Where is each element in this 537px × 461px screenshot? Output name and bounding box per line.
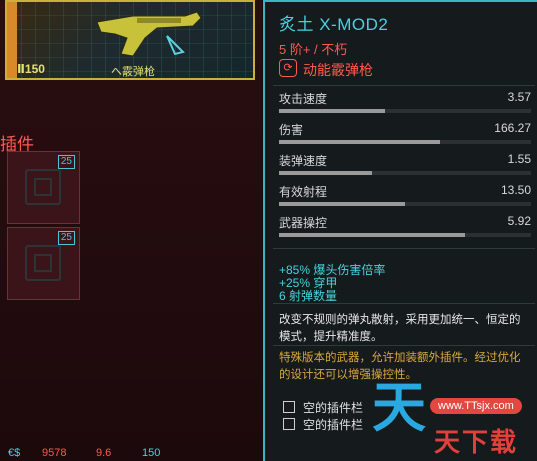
chip-icon [25,245,61,281]
plugin-slot-1[interactable]: 25 [7,151,80,224]
stat-bar [279,109,531,113]
shotgun-image [96,11,202,57]
money-value: 9578 [42,447,67,459]
divider [273,345,535,346]
weapon-name: 炙土 X-MOD2 [279,15,389,34]
slot-level-badge: 25 [57,155,75,169]
mod-slot-2[interactable]: 空的插件栏 [283,416,363,432]
stat-value: 166.27 [494,121,531,135]
plugin-slot-2[interactable]: 25 [7,227,80,300]
mod-slot-1[interactable]: 空的插件栏 [283,399,363,415]
stat-bar [279,202,531,206]
capacity-value: 150 [142,447,161,459]
watermark-text: 天下载 [434,427,519,457]
slot-level-badge: 25 [57,231,75,245]
stat-label: 攻击速度 [279,92,328,106]
chip-icon [25,169,61,205]
stat-value: 13.50 [500,183,531,197]
stat-row-attack-speed: 攻击速度 3.57 [279,90,531,120]
stat-value: 5.92 [507,214,531,228]
weapon-description: 改变不规则的弹丸散射，采用更加统一、恒定的模式，提升精准度。 [279,314,521,343]
panel-top-border [265,0,537,2]
stat-row-damage: 伤害 166.27 [279,121,531,151]
rarity-strip [7,2,17,78]
item-level-badge: Ⅱ150 [17,62,45,76]
stat-row-reload-speed: 装弹速度 1.55 [279,152,531,182]
stat-label: 装弹速度 [279,154,328,168]
stat-label: 武器操控 [279,216,328,230]
stat-value: 1.55 [507,152,531,166]
weapon-type-label: へ霰弹枪 [111,66,155,78]
stat-label: 伤害 [279,123,304,137]
stat-value: 3.57 [507,90,531,104]
bonus-projectiles: 6 射弹数量 [279,289,338,303]
mod-slot-label: 空的插件栏 [303,401,364,415]
checkbox[interactable] [283,418,295,430]
divider [273,85,535,86]
stat-bar [279,233,531,237]
stat-bar [279,171,531,175]
divider [273,248,535,249]
currency-icon: €$ [8,447,21,459]
weight-value: 9.6 [96,447,112,459]
watermark-big-char: 天 [372,378,426,438]
stat-label: 有效射程 [279,185,328,199]
mod-slot-label: 空的插件栏 [303,418,364,432]
divider [273,303,535,304]
weapon-type: 动能霰弹枪 [303,62,373,78]
watermark-url: www.TTsjx.com [430,398,522,414]
site-watermark: 天 www.TTsjx.com 天下载 [372,378,537,461]
weapon-card[interactable]: Ⅱ150 へ霰弹枪 [5,0,255,80]
stat-row-effective-range: 有效射程 13.50 [279,183,531,213]
inventory-pane: Ⅱ150 へ霰弹枪 插件 25 25 [0,0,262,461]
smart-weapon-icon: ⟳ [279,59,297,77]
stat-row-handling: 武器操控 5.92 [279,214,531,244]
weapon-rarity: 5 阶+ / 不朽 [279,42,348,57]
stat-bar [279,140,531,144]
checkbox[interactable] [283,401,295,413]
